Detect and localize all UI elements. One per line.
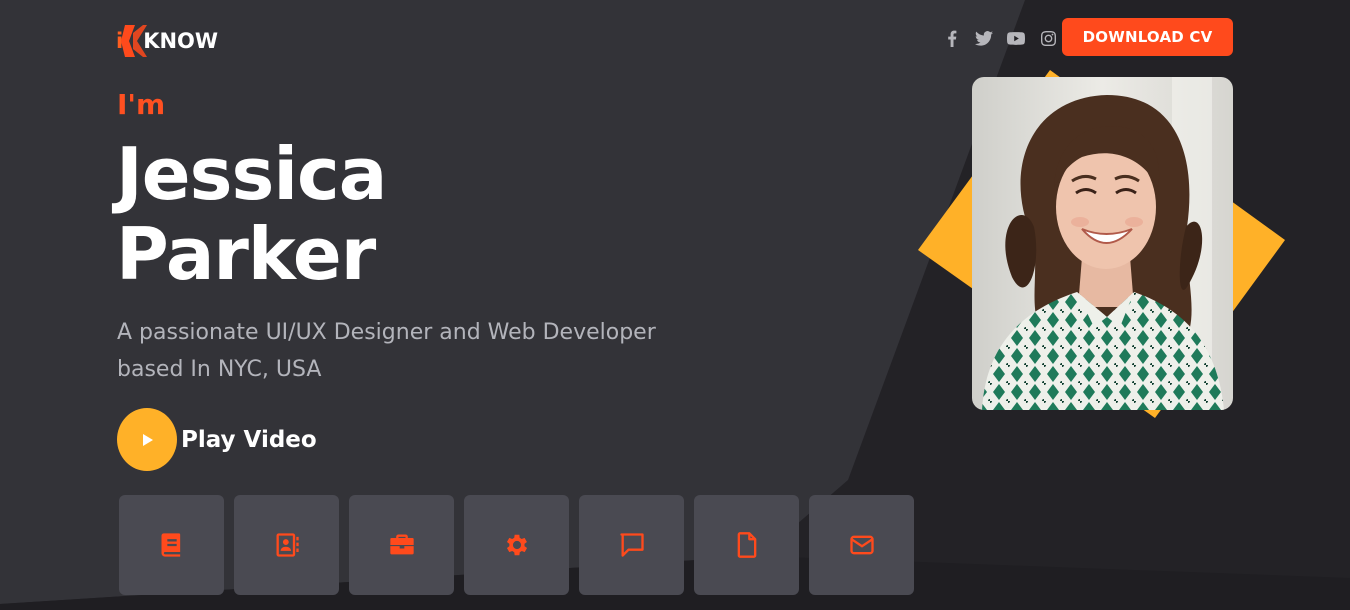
twitter-icon[interactable] xyxy=(968,28,1000,48)
nav-tile-blog[interactable] xyxy=(694,495,799,595)
gear-icon xyxy=(506,534,527,556)
greeting: I'm xyxy=(117,88,166,121)
last-name: Parker xyxy=(116,212,376,296)
play-video-label: Play Video xyxy=(181,426,317,453)
nav-tile-about[interactable] xyxy=(119,495,224,595)
briefcase-icon xyxy=(389,534,414,555)
nav-tile-testimonials[interactable] xyxy=(579,495,684,595)
logo-text: KNOW xyxy=(143,29,219,53)
document-icon xyxy=(737,532,756,558)
play-video-button[interactable]: Play Video xyxy=(117,408,317,471)
contact-book-icon xyxy=(276,533,299,557)
play-icon xyxy=(143,433,153,446)
nav-tile-contact[interactable] xyxy=(809,495,914,595)
book-icon xyxy=(161,533,180,557)
play-circle[interactable] xyxy=(117,408,177,471)
first-name: Jessica xyxy=(116,132,387,216)
brand-logo[interactable]: i KNOW xyxy=(116,20,218,62)
profile-photo xyxy=(972,77,1233,410)
nav-tile-portfolio[interactable] xyxy=(349,495,454,595)
download-cv-button[interactable]: DOWNLOAD CV xyxy=(1062,18,1233,56)
nav-tile-resume[interactable] xyxy=(234,495,339,595)
envelope-icon xyxy=(849,535,874,555)
facebook-icon[interactable] xyxy=(936,28,968,48)
section-nav xyxy=(119,495,914,595)
instagram-icon[interactable] xyxy=(1032,28,1064,48)
chat-icon xyxy=(619,533,644,557)
hero-description: A passionate UI/UX Designer and Web Deve… xyxy=(117,320,656,382)
hero-name: Jessica Parker xyxy=(116,132,387,296)
youtube-icon[interactable] xyxy=(1000,28,1032,48)
social-links xyxy=(936,28,1064,48)
nav-tile-services[interactable] xyxy=(464,495,569,595)
